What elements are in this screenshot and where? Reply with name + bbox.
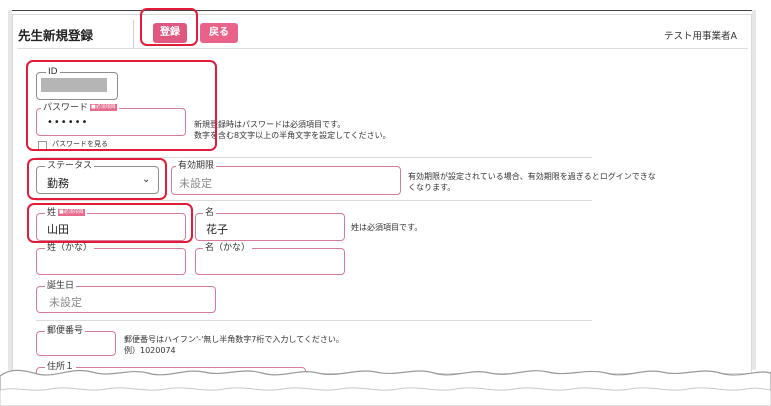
separator (36, 200, 592, 201)
status-highlight (27, 158, 167, 200)
torn-edge (0, 369, 771, 406)
birthday-placeholder: 未設定 (49, 296, 82, 309)
page-title: 先生新規登録 (18, 28, 94, 43)
password-help: 新規登録時はパスワードは必須項目です。 数字を含む8文字以上の半角文字を設定して… (194, 120, 391, 140)
last-name-highlight (27, 203, 193, 243)
expiry-help: 有効期限が設定されている場合、有効期限を過ぎるとログインできな くなります。 (408, 172, 656, 192)
expiry-placeholder: 未設定 (179, 177, 212, 190)
last-name-help: 姓は必須項目です。 (351, 223, 423, 232)
birthday-label: 誕生日 (45, 281, 77, 291)
first-name-kana-label: 名（かな） (203, 243, 253, 253)
first-name-field[interactable]: 花子 (195, 213, 345, 241)
back-button[interactable]: 戻る (200, 23, 238, 43)
last-name-kana-label: 姓（かな） (45, 243, 95, 253)
first-name-value: 花子 (206, 223, 228, 236)
header-divider (133, 20, 134, 48)
expiry-label: 有効期限 (176, 161, 217, 171)
header-bar (18, 20, 748, 49)
postal-code-label: 郵便番号 (45, 326, 86, 336)
first-name-label: 名 (203, 208, 217, 218)
org-name: テスト用事業者A (664, 31, 737, 42)
window-top-border (8, 10, 756, 11)
right-shadow (752, 10, 756, 370)
postal-code-help: 郵便番号はハイフン'-'無し半角数字7桁で入力してください。 例）1020074 (124, 335, 344, 355)
separator (36, 320, 592, 321)
id-password-highlight (26, 60, 217, 151)
register-highlight (140, 8, 198, 46)
